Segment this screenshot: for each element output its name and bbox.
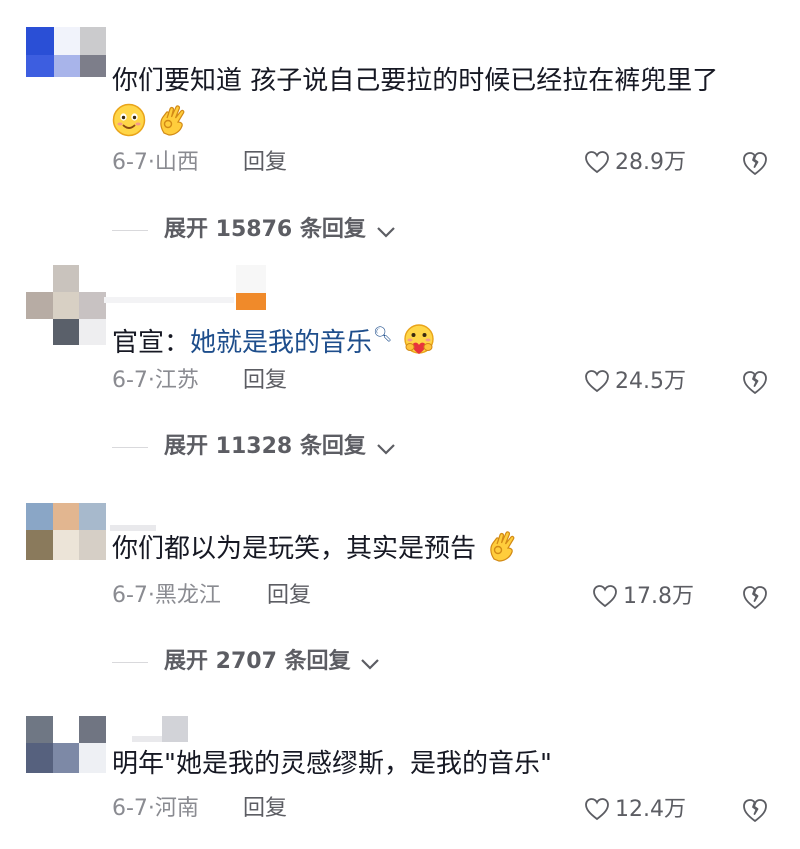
comment-text: 明年"她是我的灵感缪斯，是我的音乐": [112, 749, 552, 779]
like-button[interactable]: 28.9万: [584, 147, 686, 179]
comment-text: 官宣：她就是我的音乐🔍︎: [112, 312, 770, 365]
like-count: 12.4万: [615, 797, 686, 822]
heart-outline-icon: [593, 585, 617, 608]
comment-date-region: 6-7·江苏: [112, 368, 199, 393]
avatar[interactable]: [26, 27, 106, 107]
broken-heart-icon[interactable]: [741, 368, 769, 396]
heart-outline-icon: [585, 798, 609, 821]
divider-line: [112, 229, 148, 231]
broken-heart-icon[interactable]: [741, 796, 769, 824]
reply-button[interactable]: 回复: [243, 793, 287, 825]
reply-button[interactable]: 回复: [243, 365, 287, 397]
comment-text: 你们要知道 孩子说自己要拉的时候已经拉在裤兜里了: [112, 66, 719, 96]
chevron-down-icon: [376, 444, 395, 455]
ok-hand-emoji-icon: [160, 105, 185, 136]
divider-line: [112, 446, 148, 448]
expand-replies-button[interactable]: 展开 11328 条回复: [112, 431, 396, 463]
chevron-down-icon: [376, 227, 395, 238]
smile-emoji-icon: [112, 103, 146, 137]
avatar[interactable]: [26, 265, 106, 345]
comment-emojis: [112, 101, 770, 145]
comment-date-region: 6-7·黑龙江: [112, 583, 221, 608]
music-link[interactable]: 她就是我的音乐: [190, 328, 372, 358]
ok-hand-emoji-icon: [490, 531, 515, 562]
divider-line: [112, 661, 148, 663]
reply-button[interactable]: 回复: [243, 147, 287, 179]
avatar[interactable]: [26, 716, 106, 796]
heart-outline-icon: [585, 151, 609, 174]
avatar[interactable]: [26, 503, 106, 583]
like-button[interactable]: 24.5万: [584, 366, 686, 398]
like-count: 17.8万: [623, 584, 694, 609]
comment-text: 你们都以为是玩笑，其实是预告: [112, 527, 770, 571]
like-count: 28.9万: [615, 150, 686, 175]
chevron-down-icon: [361, 659, 380, 670]
comment-date-region: 6-7·山西: [112, 150, 199, 175]
broken-heart-icon[interactable]: [741, 583, 769, 611]
search-icon[interactable]: 🔍︎: [373, 325, 392, 343]
hug-emoji-icon: [404, 324, 435, 354]
reply-button[interactable]: 回复: [267, 580, 311, 612]
like-button[interactable]: 17.8万: [592, 581, 694, 613]
expand-replies-button[interactable]: 展开 2707 条回复: [112, 646, 380, 678]
like-count: 24.5万: [615, 369, 686, 394]
heart-outline-icon: [585, 370, 609, 393]
broken-heart-icon[interactable]: [741, 149, 769, 177]
like-button[interactable]: 12.4万: [584, 794, 686, 826]
expand-replies-button[interactable]: 展开 15876 条回复: [112, 214, 396, 246]
comment-date-region: 6-7·河南: [112, 796, 199, 821]
